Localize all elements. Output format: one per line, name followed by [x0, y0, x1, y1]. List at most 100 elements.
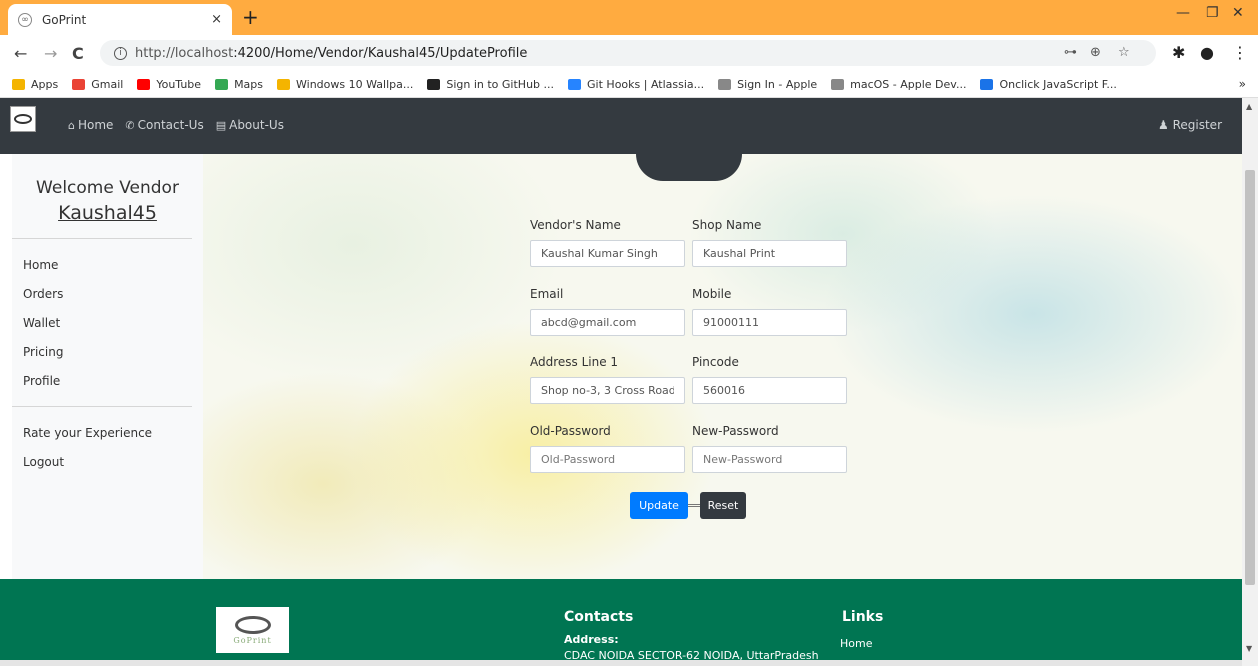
- key-icon[interactable]: ⊶: [1064, 45, 1077, 60]
- bookmark-item[interactable]: Onclick JavaScript F...: [980, 78, 1117, 91]
- email-label: Email: [530, 287, 564, 301]
- bookmark-favicon-icon: [427, 78, 441, 90]
- bookmark-item[interactable]: Sign In - Apple: [718, 78, 817, 91]
- update-button[interactable]: Update: [630, 492, 688, 519]
- scroll-up-arrow-icon[interactable]: ▲: [1246, 102, 1252, 111]
- bookmark-item[interactable]: Maps: [215, 78, 263, 91]
- vertical-scrollbar[interactable]: ▲ ▼: [1242, 98, 1258, 666]
- profile-avatar-icon[interactable]: ●: [1200, 43, 1214, 62]
- pincode-label: Pincode: [692, 355, 739, 369]
- footer-logo: GoPrint: [216, 607, 289, 653]
- sidebar-menu-secondary: Rate your Experience Logout: [12, 419, 203, 477]
- email-input[interactable]: [530, 309, 685, 336]
- new-password-label: New-Password: [692, 424, 779, 438]
- new-password-input[interactable]: [692, 446, 847, 473]
- sidebar-item-orders[interactable]: Orders: [23, 280, 203, 309]
- sidebar-item-pricing[interactable]: Pricing: [23, 338, 203, 367]
- forward-arrow-icon[interactable]: →: [44, 44, 57, 63]
- sidebar-menu: Home Orders Wallet Pricing Profile: [12, 251, 203, 396]
- shop-name-input[interactable]: [692, 240, 847, 267]
- bookmark-item[interactable]: Windows 10 Wallpa...: [277, 78, 413, 91]
- bookmark-item[interactable]: Apps: [12, 78, 58, 91]
- nav-home[interactable]: ⌂ Home: [68, 118, 113, 132]
- old-password-label: Old-Password: [530, 424, 611, 438]
- tab-title: GoPrint: [42, 12, 87, 27]
- sidebar-item-home[interactable]: Home: [23, 251, 203, 280]
- vendor-sidebar: Welcome Vendor Kaushal45 Home Orders Walle…: [12, 154, 203, 579]
- vendor-name-field: Vendor's Name: [530, 218, 685, 267]
- footer-logo-text: GoPrint: [233, 635, 272, 645]
- goprint-favicon-icon: ∞: [18, 12, 32, 27]
- sidebar-item-profile[interactable]: Profile: [23, 367, 203, 396]
- bookmark-item[interactable]: Gmail: [72, 78, 123, 91]
- bookmark-favicon-icon: [277, 78, 291, 90]
- browser-tab[interactable]: ∞ GoPrint ×: [8, 4, 232, 35]
- infinity-logo-icon: [14, 114, 32, 124]
- mobile-field: Mobile: [692, 287, 847, 336]
- bookmark-item[interactable]: macOS - Apple Dev...: [831, 78, 966, 91]
- minimize-button[interactable]: —: [1176, 5, 1190, 21]
- bookmark-item[interactable]: Git Hooks | Atlassia...: [568, 78, 704, 91]
- decorative-circle: [636, 154, 742, 181]
- address-label: Address Line 1: [530, 355, 619, 369]
- scroll-down-arrow-icon[interactable]: ▼: [1246, 644, 1252, 653]
- register-link[interactable]: ♟ Register: [1158, 118, 1222, 132]
- bookmark-favicon-icon: [137, 78, 151, 90]
- bookmark-item[interactable]: YouTube: [137, 78, 201, 91]
- sidebar-item-logout[interactable]: Logout: [23, 448, 203, 477]
- infinity-logo-icon: [234, 615, 271, 634]
- bookmark-favicon-icon: [12, 78, 25, 90]
- bookmark-favicon-icon: [568, 78, 582, 90]
- bookmarks-overflow-icon[interactable]: »: [1239, 77, 1246, 91]
- vendor-username-link[interactable]: Kaushal45: [12, 202, 203, 224]
- tab-close-icon[interactable]: ×: [211, 12, 222, 27]
- address-field: Address Line 1: [530, 355, 685, 404]
- bookmark-favicon-icon: [980, 78, 994, 90]
- new-tab-button[interactable]: +: [242, 6, 259, 28]
- button-separator: [688, 504, 700, 507]
- menu-kebab-icon[interactable]: ⋮: [1232, 43, 1248, 62]
- pincode-field: Pincode: [692, 355, 847, 404]
- mobile-input[interactable]: [692, 309, 847, 336]
- sidebar-item-rate-your-experience[interactable]: Rate your Experience: [23, 419, 203, 448]
- shop-name-label: Shop Name: [692, 218, 762, 232]
- reload-icon[interactable]: C: [72, 44, 84, 63]
- url-text: http://localhost:4200/Home/Vendor/Kausha…: [135, 45, 528, 61]
- back-arrow-icon[interactable]: ←: [14, 44, 27, 63]
- bookmark-favicon-icon: [215, 78, 229, 90]
- reset-button[interactable]: Reset: [700, 492, 746, 519]
- browser-titlebar: ∞ GoPrint × + — ❐ ✕: [0, 0, 1258, 35]
- nav-contact-us[interactable]: ✆ Contact-Us: [125, 118, 203, 132]
- site-info-icon[interactable]: i: [114, 46, 127, 60]
- bookmark-favicon-icon: [72, 78, 86, 90]
- maximize-button[interactable]: ❐: [1206, 5, 1219, 21]
- email-field: Email: [530, 287, 685, 336]
- browser-toolbar: ← → C i http://localhost:4200/Home/Vendo…: [0, 35, 1258, 71]
- address-bar[interactable]: i http://localhost:4200/Home/Vendor/Kaus…: [100, 40, 1156, 66]
- extensions-puzzle-icon[interactable]: ✱: [1172, 43, 1185, 62]
- vendor-name-input[interactable]: [530, 240, 685, 267]
- close-window-button[interactable]: ✕: [1232, 5, 1244, 21]
- pincode-input[interactable]: [692, 377, 847, 404]
- goprint-logo[interactable]: [10, 106, 36, 132]
- footer-link-home[interactable]: Home: [840, 637, 872, 650]
- horizontal-scrollbar[interactable]: [0, 660, 1242, 666]
- user-plus-icon: ♟: [1158, 118, 1169, 132]
- welcome-heading: Welcome Vendor: [36, 178, 179, 198]
- site-navbar: ⌂ Home ✆ Contact-Us ▤ About-Us ♟ Register: [0, 98, 1242, 154]
- bookmark-favicon-icon: [831, 78, 845, 90]
- scrollbar-thumb[interactable]: [1245, 170, 1255, 585]
- nav-about-us[interactable]: ▤ About-Us: [216, 118, 284, 132]
- star-icon[interactable]: ☆: [1118, 45, 1130, 60]
- site-footer: GoPrint Contacts Address: CDAC NOIDA SEC…: [0, 579, 1242, 666]
- shop-name-field: Shop Name: [692, 218, 847, 267]
- old-password-input[interactable]: [530, 446, 685, 473]
- phone-icon: ✆: [125, 118, 135, 132]
- sidebar-divider: [12, 406, 192, 407]
- new-password-field: New-Password: [692, 424, 847, 473]
- sidebar-item-wallet[interactable]: Wallet: [23, 309, 203, 338]
- bookmark-item[interactable]: Sign in to GitHub ...: [427, 78, 554, 91]
- address-input[interactable]: [530, 377, 685, 404]
- zoom-icon[interactable]: ⊕: [1090, 45, 1101, 60]
- address-heading: Address:: [564, 633, 619, 646]
